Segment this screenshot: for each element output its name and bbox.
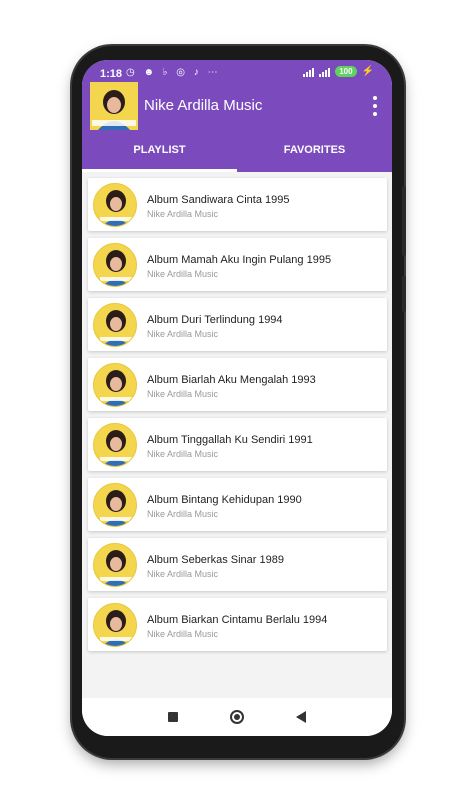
charging-icon: ⚡ bbox=[361, 66, 374, 77]
album-artist: Nike Ardilla Music bbox=[147, 329, 219, 339]
album-artist: Nike Ardilla Music bbox=[147, 449, 219, 459]
album-thumbnail bbox=[93, 363, 137, 407]
album-title: Album Biarlah Aku Mengalah 1993 bbox=[147, 374, 316, 386]
home-button[interactable] bbox=[230, 710, 244, 724]
album-artist: Nike Ardilla Music bbox=[147, 509, 219, 519]
album-thumbnail bbox=[93, 183, 137, 227]
system-nav-bar bbox=[82, 698, 392, 736]
more-options-icon[interactable] bbox=[370, 96, 380, 116]
album-artist: Nike Ardilla Music bbox=[147, 269, 219, 279]
album-card[interactable]: Album Sandiwara Cinta 1995 Nike Ardilla M… bbox=[88, 178, 387, 231]
album-title: Album Bintang Kehidupan 1990 bbox=[147, 494, 302, 506]
recents-button[interactable] bbox=[168, 712, 178, 722]
album-title: Album Duri Terlindung 1994 bbox=[147, 314, 283, 326]
app-title: Nike Ardilla Music bbox=[144, 97, 263, 114]
album-card[interactable]: Album Mamah Aku Ingin Pulang 1995 Nike Ar… bbox=[88, 238, 387, 291]
album-artist: Nike Ardilla Music bbox=[147, 569, 219, 579]
signal-icon-2 bbox=[319, 67, 331, 77]
tab-bar: PLAYLIST FAVORITES bbox=[82, 134, 392, 172]
app-bar: 1:18 ◷ ☻ ♭ ◎ ♪ ⋯ 100 ⚡ Nike Ardilla Musi… bbox=[82, 60, 392, 172]
power-button bbox=[402, 276, 406, 312]
album-artist: Nike Ardilla Music bbox=[147, 389, 219, 399]
back-button[interactable] bbox=[296, 711, 306, 723]
album-thumbnail bbox=[93, 483, 137, 527]
album-title: Album Tinggallah Ku Sendiri 1991 bbox=[147, 434, 313, 446]
screen: 1:18 ◷ ☻ ♭ ◎ ♪ ⋯ 100 ⚡ Nike Ardilla Musi… bbox=[82, 60, 392, 736]
volume-button bbox=[402, 186, 406, 256]
status-right: 100 ⚡ bbox=[303, 66, 374, 77]
album-thumbnail bbox=[93, 303, 137, 347]
album-thumbnail bbox=[93, 423, 137, 467]
album-title: Album Seberkas Sinar 1989 bbox=[147, 554, 284, 566]
album-card[interactable]: Album Seberkas Sinar 1989 Nike Ardilla Mu… bbox=[88, 538, 387, 591]
notification-icons: ◷ ☻ ♭ ◎ ♪ ⋯ bbox=[126, 67, 221, 78]
album-thumbnail bbox=[93, 603, 137, 647]
album-card[interactable]: Album Duri Terlindung 1994 Nike Ardilla M… bbox=[88, 298, 387, 351]
album-title: Album Mamah Aku Ingin Pulang 1995 bbox=[147, 254, 332, 266]
album-thumbnail bbox=[93, 543, 137, 587]
album-card[interactable]: Album Tinggallah Ku Sendiri 1991 Nike Ard… bbox=[88, 418, 387, 471]
album-artist: Nike Ardilla Music bbox=[147, 629, 219, 639]
album-card[interactable]: Album Biarkan Cintamu Berlalu 1994 Nike A… bbox=[88, 598, 387, 651]
album-thumbnail bbox=[93, 243, 137, 287]
tab-playlist[interactable]: PLAYLIST bbox=[82, 134, 237, 172]
app-logo bbox=[90, 82, 138, 130]
album-artist: Nike Ardilla Music bbox=[147, 209, 219, 219]
album-list: Album Sandiwara Cinta 1995 Nike Ardilla M… bbox=[82, 172, 392, 698]
album-title: Album Biarkan Cintamu Berlalu 1994 bbox=[147, 614, 328, 626]
album-card[interactable]: Album Biarlah Aku Mengalah 1993 Nike Ardi… bbox=[88, 358, 387, 411]
battery-icon: 100 bbox=[335, 66, 357, 77]
signal-icon bbox=[303, 67, 315, 77]
album-card[interactable]: Album Bintang Kehidupan 1990 Nike Ardilla… bbox=[88, 478, 387, 531]
album-title: Album Sandiwara Cinta 1995 bbox=[147, 194, 290, 206]
tab-favorites[interactable]: FAVORITES bbox=[237, 134, 392, 172]
status-time: 1:18 bbox=[100, 68, 123, 80]
